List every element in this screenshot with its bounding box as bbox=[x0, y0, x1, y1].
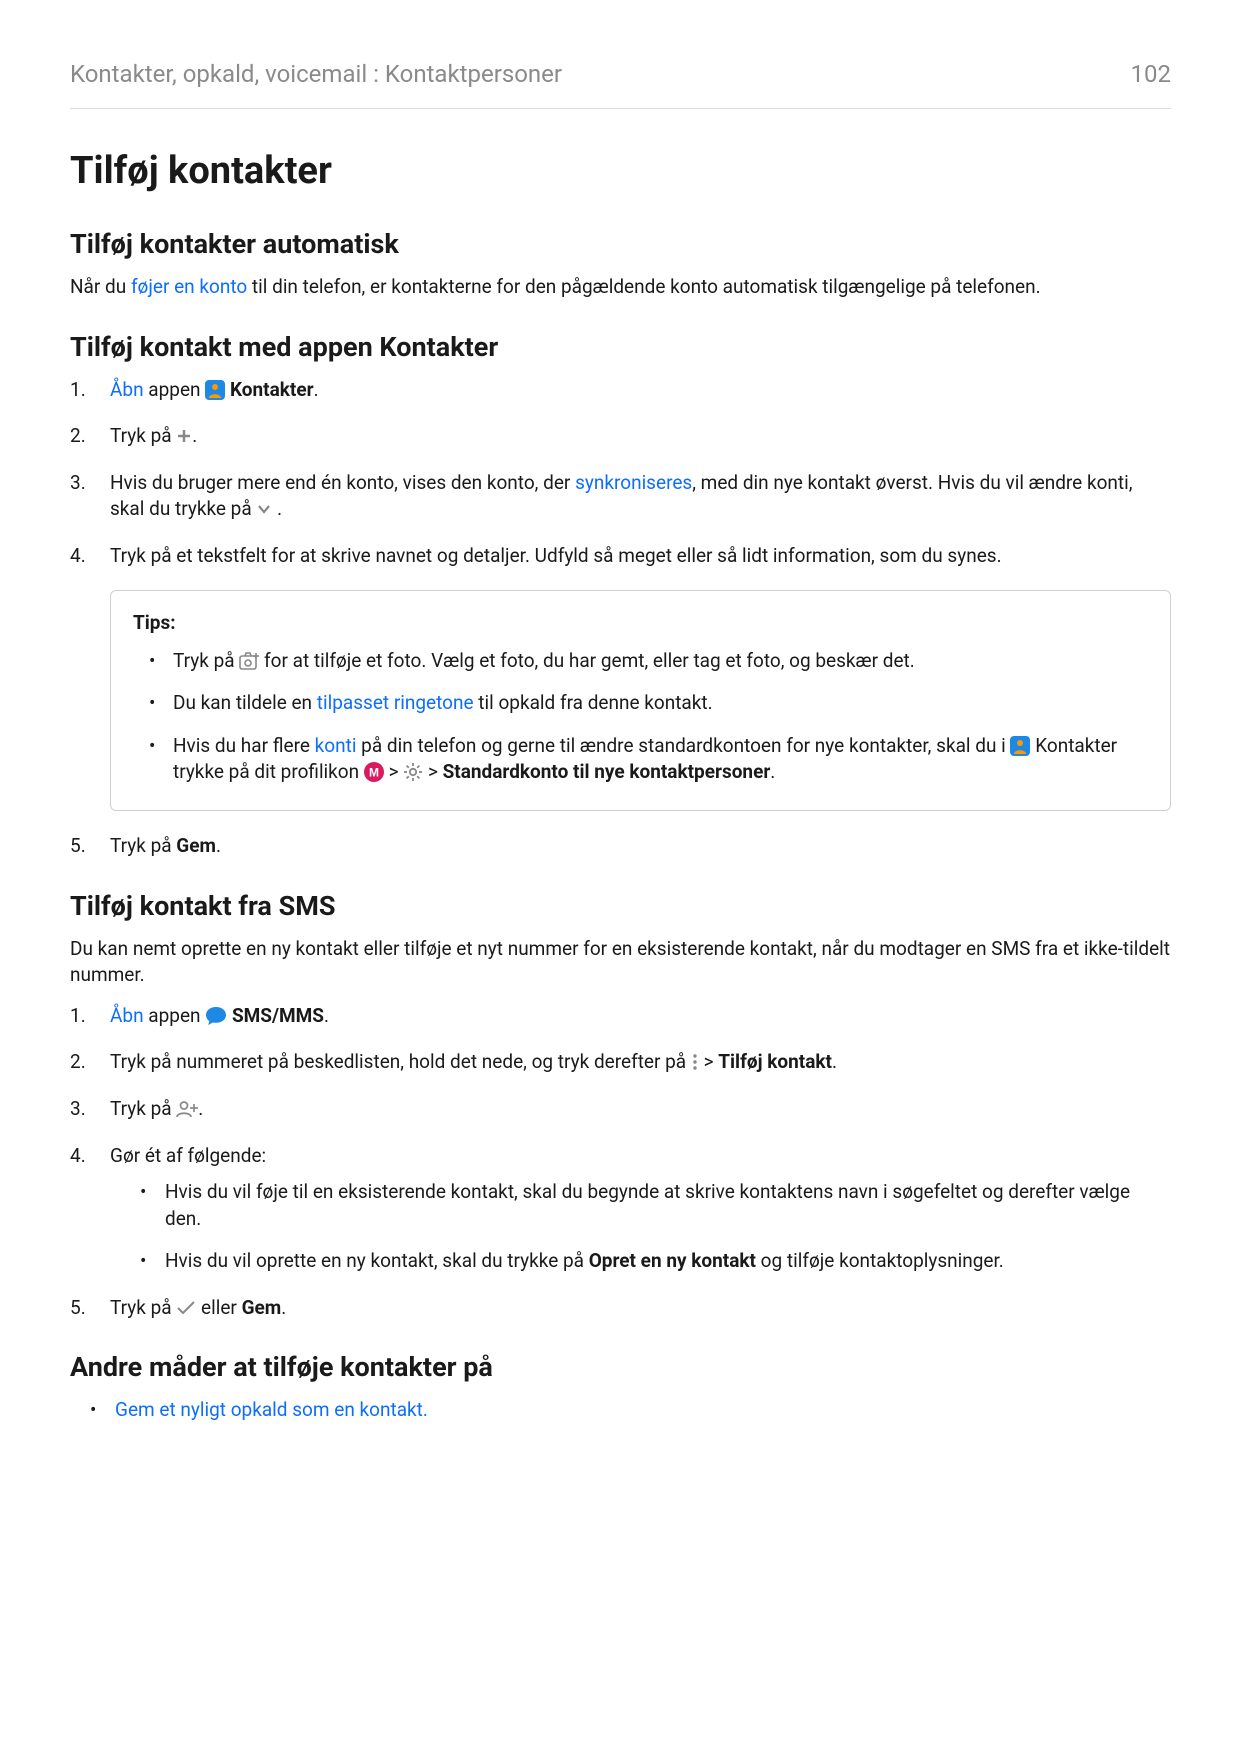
list-item: Du kan tildele en tilpasset ringetone ti… bbox=[133, 690, 1148, 717]
add-photo-icon bbox=[239, 652, 259, 670]
section-other-ways-heading: Andre måder at tilføje kontakter på bbox=[70, 1351, 1171, 1383]
section-contacts-app-heading: Tilføj kontakt med appen Kontakter bbox=[70, 331, 1171, 363]
chevron-down-icon bbox=[256, 502, 272, 516]
save-label: Gem bbox=[176, 834, 216, 857]
sync-link[interactable]: synkroniseres bbox=[575, 471, 692, 494]
plus-icon bbox=[176, 428, 192, 444]
sub-options-list: Hvis du vil føje til en eksisterende kon… bbox=[110, 1179, 1171, 1275]
open-link[interactable]: Åbn bbox=[110, 378, 144, 401]
list-item: Tryk på et tekstfelt for at skrive navne… bbox=[70, 543, 1171, 570]
list-item: Tryk på . bbox=[70, 423, 1171, 450]
breadcrumb: Kontakter, opkald, voicemail : Kontaktpe… bbox=[70, 60, 562, 88]
person-add-icon bbox=[176, 1100, 198, 1118]
default-account-label: Standardkonto til nye kontaktpersoner bbox=[443, 760, 771, 783]
list-item: Tryk på Gem. bbox=[70, 833, 1171, 860]
list-item: Tryk på . bbox=[70, 1096, 1171, 1123]
list-item: Åbn appen SMS/MMS. bbox=[70, 1003, 1171, 1030]
add-contact-label: Tilføj kontakt bbox=[718, 1050, 832, 1073]
list-item: Hvis du vil oprette en ny kontakt, skal … bbox=[110, 1248, 1171, 1275]
list-item: Hvis du bruger mere end én konto, vises … bbox=[70, 470, 1171, 523]
tips-box: Tips: Tryk på for at tilføje et foto. Væ… bbox=[110, 590, 1171, 811]
save-recent-call-link[interactable]: Gem et nyligt opkald som en kontakt. bbox=[115, 1398, 428, 1421]
create-new-contact-label: Opret en ny kontakt bbox=[589, 1249, 756, 1272]
page-number: 102 bbox=[1131, 60, 1171, 88]
header-divider bbox=[70, 108, 1171, 109]
save-label: Gem bbox=[242, 1296, 282, 1319]
custom-ringtone-link[interactable]: tilpasset ringetone bbox=[317, 691, 474, 714]
contacts-app-icon bbox=[205, 380, 225, 400]
list-item: Tryk på nummeret på beskedlisten, hold d… bbox=[70, 1049, 1171, 1076]
section-contacts-app-steps-cont: Tryk på Gem. bbox=[70, 833, 1171, 860]
add-account-link[interactable]: føjer en konto bbox=[131, 275, 247, 298]
check-icon bbox=[176, 1301, 196, 1315]
section-sms-heading: Tilføj kontakt fra SMS bbox=[70, 890, 1171, 922]
tips-title: Tips: bbox=[133, 611, 1148, 634]
page-header: Kontakter, opkald, voicemail : Kontaktpe… bbox=[70, 60, 1171, 88]
list-item: Tryk på eller Gem. bbox=[70, 1295, 1171, 1322]
messages-app-icon bbox=[205, 1006, 227, 1026]
tips-list: Tryk på for at tilføje et foto. Vælg et … bbox=[133, 648, 1148, 786]
section-auto-heading: Tilføj kontakter automatisk bbox=[70, 228, 1171, 260]
messages-app-name: SMS/MMS bbox=[232, 1004, 324, 1027]
profile-m-icon: M bbox=[364, 762, 384, 782]
list-item: Gem et nyligt opkald som en kontakt. bbox=[60, 1397, 1171, 1424]
accounts-link[interactable]: konti bbox=[315, 734, 357, 757]
other-ways-list: Gem et nyligt opkald som en kontakt. bbox=[60, 1397, 1171, 1424]
section-sms-steps: Åbn appen SMS/MMS. Tryk på nummeret på b… bbox=[70, 1003, 1171, 1322]
section-auto-paragraph: Når du føjer en konto til din telefon, e… bbox=[70, 274, 1171, 301]
section-contacts-app-steps: Åbn appen Kontakter. Tryk på . Hvis du b… bbox=[70, 377, 1171, 570]
list-item: Hvis du vil føje til en eksisterende kon… bbox=[110, 1179, 1171, 1232]
list-item: Åbn appen Kontakter. bbox=[70, 377, 1171, 404]
list-item: Hvis du har flere konti på din telefon o… bbox=[133, 733, 1148, 786]
gear-icon bbox=[403, 762, 423, 782]
list-item: Tryk på for at tilføje et foto. Vælg et … bbox=[133, 648, 1148, 675]
page-title: Tilføj kontakter bbox=[70, 149, 1171, 193]
more-vert-icon bbox=[691, 1053, 699, 1071]
contacts-app-name: Kontakter bbox=[230, 378, 314, 401]
svg-text:M: M bbox=[369, 766, 379, 780]
contacts-app-icon bbox=[1010, 736, 1030, 756]
section-sms-intro: Du kan nemt oprette en ny kontakt eller … bbox=[70, 936, 1171, 989]
list-item: Gør ét af følgende: Hvis du vil føje til… bbox=[70, 1143, 1171, 1275]
open-link[interactable]: Åbn bbox=[110, 1004, 144, 1027]
